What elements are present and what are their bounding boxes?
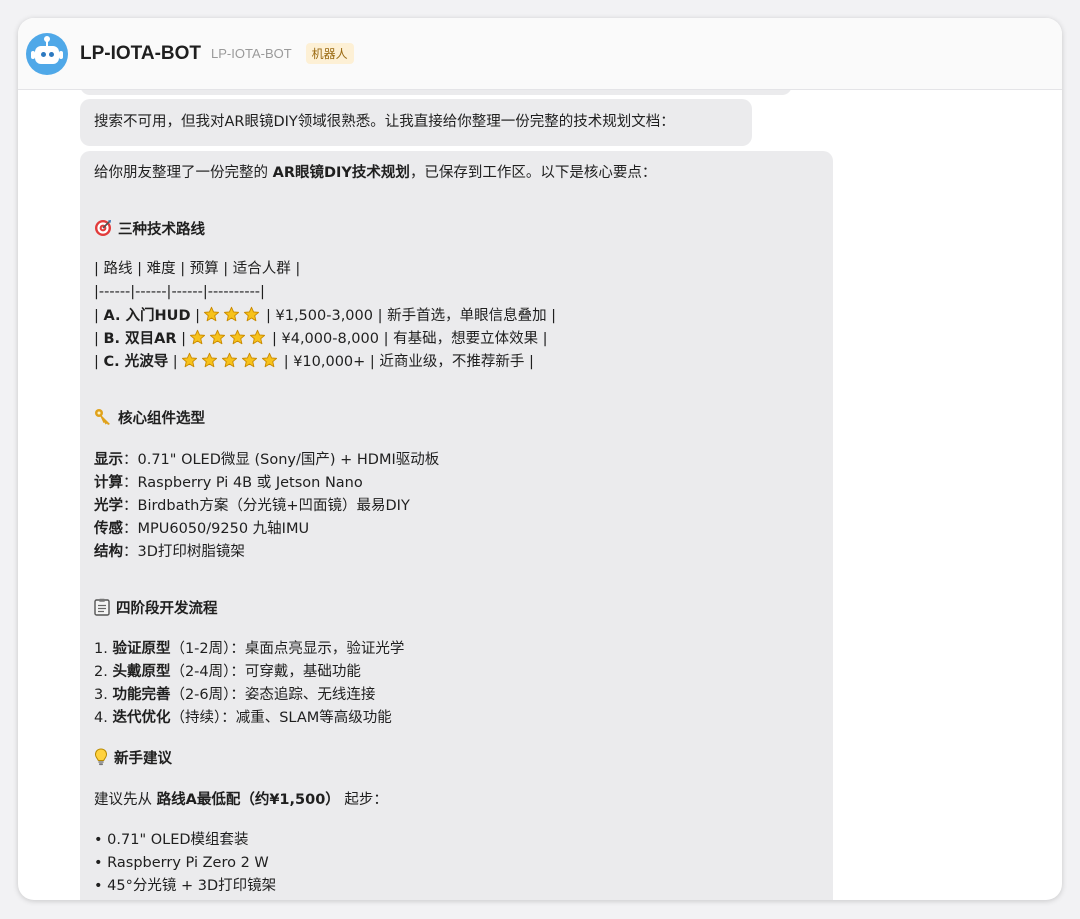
list-item: 结构：3D打印树脂镜架 <box>94 544 245 560</box>
star-icon <box>201 352 221 377</box>
list-item: 1. 验证原型（1-2周）：桌面点亮显示，验证光学 <box>94 641 405 657</box>
section-heading-routes: 三种技术路线 <box>94 219 205 245</box>
list-item: 2. 头戴原型（2-4周）：可穿戴，基础功能 <box>94 664 361 680</box>
advice-line: 建议先从 路线A最低配（约¥1,500） 起步： <box>94 792 388 808</box>
lightbulb-icon <box>94 748 108 774</box>
list-item: 光学：Birdbath方案（分光镜+凹面镜）最易DIY <box>94 498 410 514</box>
list-item: 3. 功能完善（2-6周）：姿态追踪、无线连接 <box>94 687 376 703</box>
table-row: | C. 光波导 | | ¥10,000+ | 近商业级，不推荐新手 | <box>94 351 534 377</box>
bot-avatar[interactable] <box>26 32 68 75</box>
star-icon <box>241 352 261 377</box>
bullet-item: • Raspberry Pi Zero 2 W <box>94 855 269 871</box>
chat-window: LP-IOTA-BOT LP-IOTA-BOT 机器人 搜索不可用，但我对AR眼… <box>18 18 1062 900</box>
intro-line: 给你朋友整理了一份完整的 AR眼镜DIY技术规划，已保存到工作区。以下是核心要点… <box>94 165 657 181</box>
section-heading-advice: 新手建议 <box>94 748 172 774</box>
bot-id: LP-IOTA-BOT <box>211 46 292 61</box>
list-item: 显示：0.71" OLED微显 (Sony/国产) + HDMI驱动板 <box>94 452 440 468</box>
list-item: 计算：Raspberry Pi 4B 或 Jetson Nano <box>94 475 363 491</box>
section-heading-phases: 四阶段开发流程 <box>94 598 218 624</box>
clipboard-icon <box>94 598 110 624</box>
message-bubble-plan: 给你朋友整理了一份完整的 AR眼镜DIY技术规划，已保存到工作区。以下是核心要点… <box>80 151 833 900</box>
table-header-row: | 路线 | 难度 | 预算 | 适合人群 | <box>94 261 301 277</box>
star-icon <box>221 352 241 377</box>
bullet-item: • 45°分光镜 + 3D打印镜架 <box>94 878 277 894</box>
bot-badge: 机器人 <box>305 43 354 64</box>
key-icon <box>94 408 112 434</box>
target-icon <box>94 219 112 245</box>
bot-name: LP-IOTA-BOT <box>80 42 202 64</box>
chat-header: LP-IOTA-BOT LP-IOTA-BOT 机器人 <box>18 18 1062 90</box>
message-bubble: 搜索不可用，但我对AR眼镜DIY领域很熟悉。让我直接给你整理一份完整的技术规划文… <box>80 99 752 146</box>
list-item: 传感：MPU6050/9250 九轴IMU <box>94 521 310 537</box>
section-heading-components: 核心组件选型 <box>94 408 205 434</box>
table-divider-row: |------|------|------|----------| <box>94 284 265 300</box>
message-list[interactable]: 搜索不可用，但我对AR眼镜DIY领域很熟悉。让我直接给你整理一份完整的技术规划文… <box>18 90 1062 900</box>
message-text: 搜索不可用，但我对AR眼镜DIY领域很熟悉。让我直接给你整理一份完整的技术规划文… <box>94 114 675 130</box>
star-icon <box>261 352 281 377</box>
list-item: 4. 迭代优化（持续）：减重、SLAM等高级功能 <box>94 710 392 726</box>
star-icon <box>181 352 201 377</box>
difficulty-stars <box>181 352 281 377</box>
previous-message-bubble <box>80 90 792 95</box>
bullet-item: • 0.71" OLED模组套装 <box>94 832 249 848</box>
